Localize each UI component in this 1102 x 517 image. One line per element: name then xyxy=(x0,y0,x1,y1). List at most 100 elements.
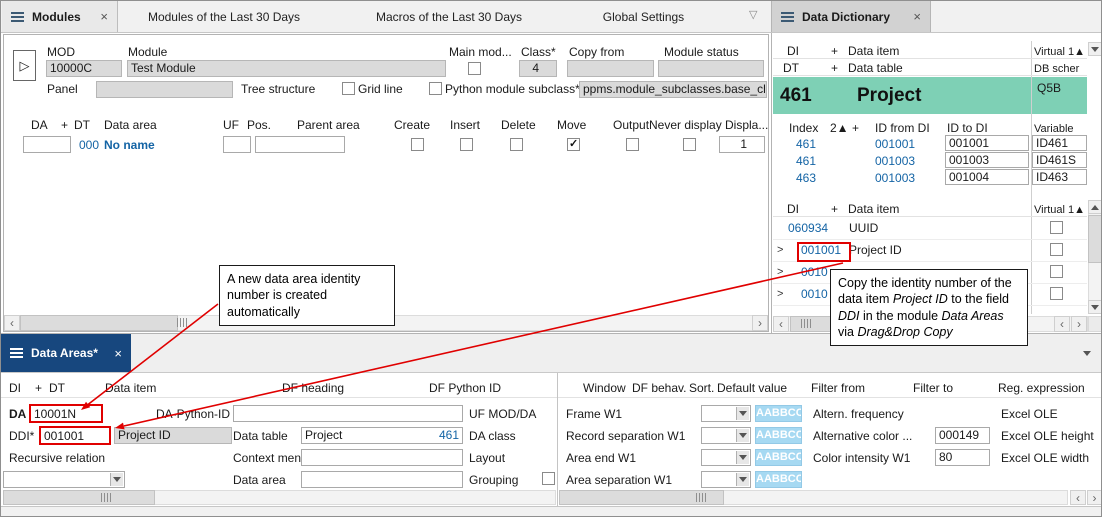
recursive-relation-select[interactable] xyxy=(3,471,125,488)
area-end-select[interactable] xyxy=(701,449,751,466)
scroll-left-button[interactable]: ‹ xyxy=(1054,316,1070,332)
run-module-button[interactable]: ▷ xyxy=(13,50,36,81)
link-from-di[interactable]: 001003 xyxy=(875,172,915,185)
expander-icon[interactable]: > xyxy=(777,288,783,301)
output-checkbox[interactable] xyxy=(626,138,639,151)
color-swatch-field[interactable]: AABBCC xyxy=(755,449,802,466)
data-area-name[interactable]: No name xyxy=(104,139,155,152)
scroll-left-button[interactable]: ‹ xyxy=(773,316,789,332)
pane-divider[interactable] xyxy=(557,373,558,506)
scroll-right-button[interactable]: › xyxy=(1087,490,1102,505)
add-icon[interactable]: + xyxy=(61,119,68,132)
chevron-down-icon[interactable] xyxy=(1083,351,1091,356)
link-variable-field[interactable]: ID461 xyxy=(1032,135,1087,151)
data-area-field[interactable] xyxy=(301,471,463,488)
display-select[interactable]: 1 xyxy=(719,136,765,153)
color-swatch-field[interactable]: AABBCC xyxy=(755,471,802,488)
add-icon[interactable]: + xyxy=(35,382,42,395)
python-subclass-field[interactable]: ppms.module_subclasses.base_clas xyxy=(579,81,767,98)
move-checkbox[interactable]: ✓ xyxy=(567,138,580,151)
grouping-checkbox[interactable] xyxy=(542,472,555,485)
scroll-left-button[interactable]: ‹ xyxy=(1070,490,1086,505)
class-select[interactable]: 4 xyxy=(519,60,557,77)
scrollbar-grip[interactable] xyxy=(177,318,187,327)
tab-overflow-icon[interactable]: ▽ xyxy=(749,9,757,22)
link-to-di-field[interactable]: 001001 xyxy=(945,135,1029,151)
parent-area-field[interactable] xyxy=(255,136,345,153)
da-input[interactable] xyxy=(23,136,71,153)
color-swatch-field[interactable]: AABBCC xyxy=(755,405,802,422)
area-separation-select[interactable] xyxy=(701,471,751,488)
python-subclass-checkbox[interactable] xyxy=(429,82,442,95)
scrollbar-grip[interactable] xyxy=(696,493,706,502)
add-icon[interactable]: + xyxy=(852,122,859,135)
chevron-down-icon[interactable] xyxy=(736,429,749,442)
scrollbar-grip[interactable] xyxy=(801,319,811,328)
alternative-color-field[interactable]: 000149 xyxy=(935,427,990,444)
delete-checkbox[interactable] xyxy=(510,138,523,151)
item-row[interactable]: 060934 UUID xyxy=(773,218,1087,240)
virtual-checkbox[interactable] xyxy=(1050,265,1063,278)
chevron-down-icon[interactable] xyxy=(110,473,123,486)
scroll-left-button[interactable]: ‹ xyxy=(4,315,20,331)
color-intensity-field[interactable]: 80 xyxy=(935,449,990,466)
add-icon[interactable]: + xyxy=(831,62,838,75)
link-from-di[interactable]: 001003 xyxy=(875,155,915,168)
ddi-item-field[interactable]: Project ID xyxy=(114,427,232,444)
chevron-down-icon[interactable] xyxy=(736,473,749,486)
insert-checkbox[interactable] xyxy=(460,138,473,151)
uf-field[interactable] xyxy=(223,136,251,153)
module-status-field[interactable] xyxy=(658,60,764,77)
color-swatch-field[interactable]: AABBCC xyxy=(755,427,802,444)
scrollbar-thumb[interactable] xyxy=(1088,215,1102,263)
menu-icon[interactable] xyxy=(10,348,23,358)
close-icon[interactable]: × xyxy=(100,10,108,23)
tab-modules-last-30-days[interactable]: Modules of the Last 30 Days xyxy=(118,1,330,32)
da-python-id-field[interactable] xyxy=(233,405,463,422)
menu-icon[interactable] xyxy=(781,12,794,22)
scroll-right-button[interactable]: › xyxy=(752,315,768,331)
scrollbar-thumb[interactable] xyxy=(3,490,155,505)
tab-global-settings[interactable]: Global Settings xyxy=(566,1,721,32)
virtual-checkbox[interactable] xyxy=(1050,287,1063,300)
link-variable-field[interactable]: ID461S xyxy=(1032,152,1087,168)
record-separation-select[interactable] xyxy=(701,427,751,444)
expander-icon[interactable]: > xyxy=(777,244,783,257)
da-id-field[interactable]: 10001N xyxy=(29,404,103,423)
close-icon[interactable]: × xyxy=(114,347,122,360)
tab-macros-last-30-days[interactable]: Macros of the Last 30 Days xyxy=(339,1,559,32)
ddi-select[interactable]: 001001 xyxy=(39,426,111,445)
menu-icon[interactable] xyxy=(11,12,24,22)
virtual-checkbox[interactable] xyxy=(1050,221,1063,234)
expander-icon[interactable]: > xyxy=(777,266,783,279)
main-module-checkbox[interactable] xyxy=(468,62,481,75)
module-name-field[interactable]: Test Module xyxy=(127,60,446,77)
frame-w1-select[interactable] xyxy=(701,405,751,422)
scrollbar-grip[interactable] xyxy=(101,493,111,502)
panel-menu-button[interactable] xyxy=(1088,42,1102,56)
link-from-di[interactable]: 001001 xyxy=(875,138,915,151)
context-menu-field[interactable] xyxy=(301,449,463,466)
copy-from-field[interactable] xyxy=(567,60,654,77)
scroll-right-button[interactable]: › xyxy=(1071,316,1087,332)
panel-field[interactable] xyxy=(96,81,233,98)
tab-modules[interactable]: Modules × xyxy=(2,1,118,32)
mod-field[interactable]: 10000C xyxy=(46,60,122,77)
link-variable-field[interactable]: ID463 xyxy=(1032,169,1087,185)
add-icon[interactable]: + xyxy=(831,45,838,58)
never-display-checkbox[interactable] xyxy=(683,138,696,151)
grid-line-checkbox[interactable] xyxy=(342,82,355,95)
data-table-field[interactable]: Project 461 xyxy=(301,427,463,444)
scrollbar-thumb[interactable] xyxy=(20,315,178,331)
chevron-down-icon[interactable] xyxy=(736,407,749,420)
close-icon[interactable]: × xyxy=(913,10,921,23)
create-checkbox[interactable] xyxy=(411,138,424,151)
add-icon[interactable]: + xyxy=(831,203,838,216)
link-to-di-field[interactable]: 001004 xyxy=(945,169,1029,185)
chevron-down-icon[interactable] xyxy=(736,451,749,464)
tab-data-dictionary[interactable]: Data Dictionary × xyxy=(771,1,931,32)
link-to-di-field[interactable]: 001003 xyxy=(945,152,1029,168)
scroll-down-button[interactable] xyxy=(1088,300,1102,314)
tab-data-areas[interactable]: Data Areas* × xyxy=(1,334,131,372)
virtual-checkbox[interactable] xyxy=(1050,243,1063,256)
